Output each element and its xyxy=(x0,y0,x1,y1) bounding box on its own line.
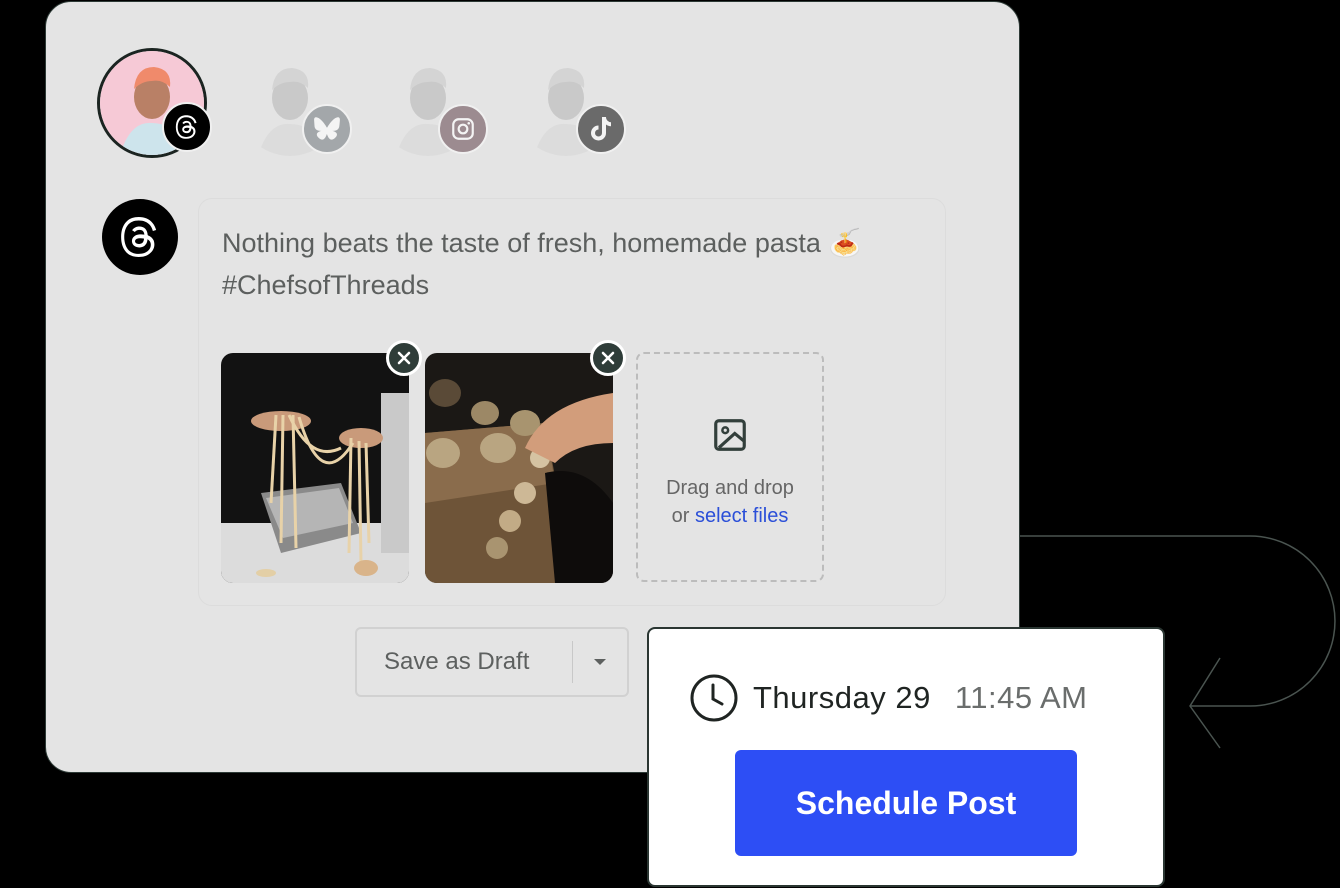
instagram-icon xyxy=(438,104,488,154)
caret-down-icon xyxy=(594,659,606,665)
ravioli-photo xyxy=(425,353,613,583)
close-icon xyxy=(397,351,411,365)
bluesky-butterfly-icon xyxy=(302,104,352,154)
select-files-link[interactable]: select files xyxy=(695,505,788,527)
remove-media-button[interactable] xyxy=(590,340,626,376)
post-text[interactable]: Nothing beats the taste of fresh, homema… xyxy=(222,222,922,306)
media-thumbnail xyxy=(221,353,409,583)
remove-media-button[interactable] xyxy=(386,340,422,376)
save-draft-split-button: Save as Draft xyxy=(355,627,629,697)
schedule-day: Thursday 29 xyxy=(753,680,931,715)
schedule-datetime[interactable]: Thursday 29 11:45 AM xyxy=(689,673,1088,723)
dropzone-hint: Drag and drop xyxy=(666,477,794,499)
save-draft-button[interactable]: Save as Draft xyxy=(357,648,572,676)
post-hashtag: #ChefsofThreads xyxy=(222,270,430,300)
media-thumbnail xyxy=(425,353,613,583)
schedule-post-button[interactable]: Schedule Post xyxy=(735,750,1077,856)
tiktok-icon xyxy=(576,104,626,154)
image-icon xyxy=(638,416,822,462)
save-draft-menu-button[interactable] xyxy=(573,629,627,695)
threads-icon xyxy=(162,102,212,152)
post-text-line: Nothing beats the taste of fresh, homema… xyxy=(222,228,862,258)
pasta-photo xyxy=(221,353,409,583)
clock-icon xyxy=(690,674,738,722)
dropzone-or: or xyxy=(671,505,695,527)
threads-icon xyxy=(102,199,178,275)
schedule-time: 11:45 AM xyxy=(954,680,1088,715)
close-icon xyxy=(601,351,615,365)
media-dropzone[interactable]: Drag and drop or select files xyxy=(636,352,824,582)
schedule-popup: Thursday 29 11:45 AM Schedule Post xyxy=(647,627,1165,887)
